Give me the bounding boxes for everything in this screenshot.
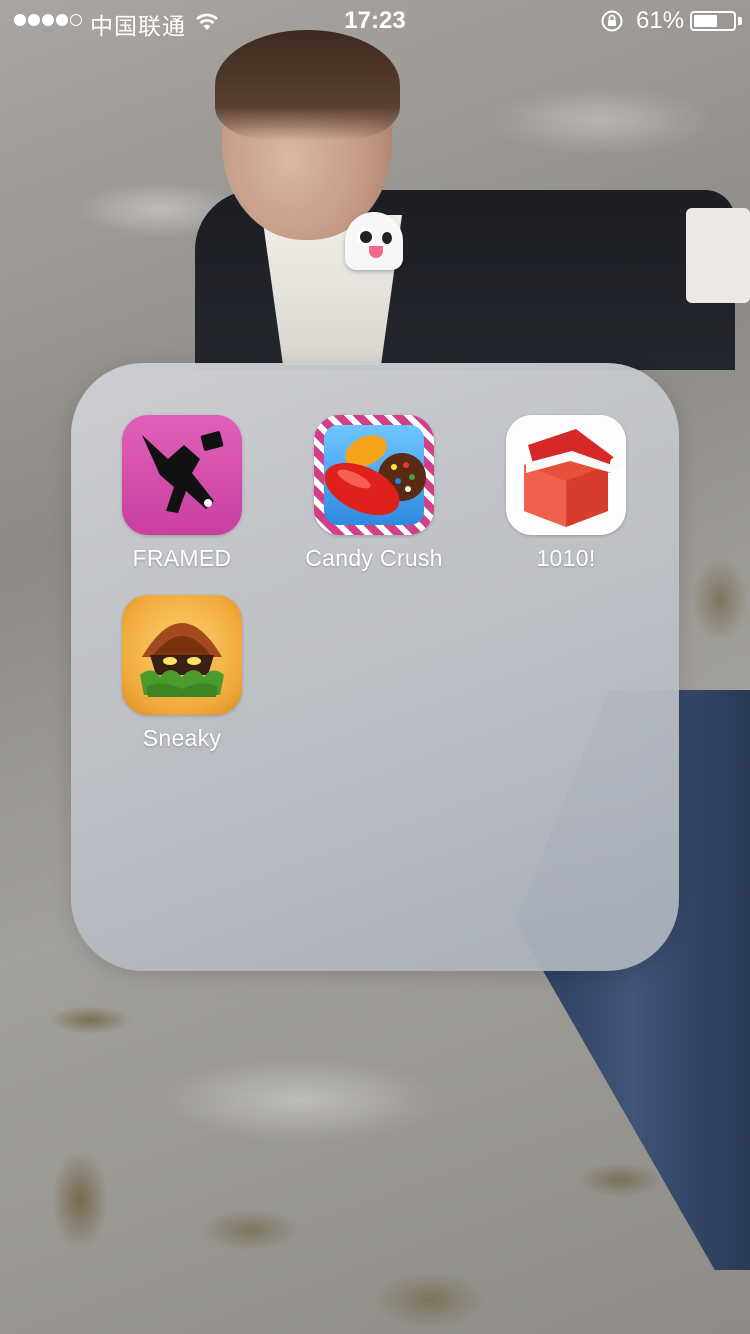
battery-percent: 61% bbox=[636, 7, 685, 34]
wallpaper-person-hair bbox=[215, 30, 400, 140]
app-sneaky[interactable]: Sneaky bbox=[92, 595, 272, 752]
app-label: Candy Crush bbox=[305, 545, 443, 571]
app-label: Sneaky bbox=[142, 725, 222, 751]
framed-app-icon[interactable] bbox=[122, 415, 242, 535]
app-label: FRAMED bbox=[132, 545, 232, 571]
1010-app-icon[interactable] bbox=[506, 415, 626, 535]
app-1010[interactable]: 1010! bbox=[476, 415, 656, 572]
wallpaper-person-cuff bbox=[686, 208, 750, 303]
app-candy-crush[interactable]: Candy Crush bbox=[284, 415, 464, 572]
app-framed[interactable]: FRAMED bbox=[92, 415, 272, 572]
sneaky-app-icon[interactable] bbox=[122, 595, 242, 715]
battery-tip bbox=[738, 17, 742, 25]
app-label: 1010! bbox=[536, 545, 596, 571]
candy-crush-app-icon[interactable] bbox=[314, 415, 434, 535]
app-folder[interactable]: FRAMED Candy Crush 1010! Sneaky bbox=[71, 363, 679, 971]
status-bar: 中国联通 17:23 61% bbox=[0, 0, 750, 40]
orientation-lock-icon bbox=[600, 9, 624, 40]
battery-icon bbox=[690, 11, 736, 31]
